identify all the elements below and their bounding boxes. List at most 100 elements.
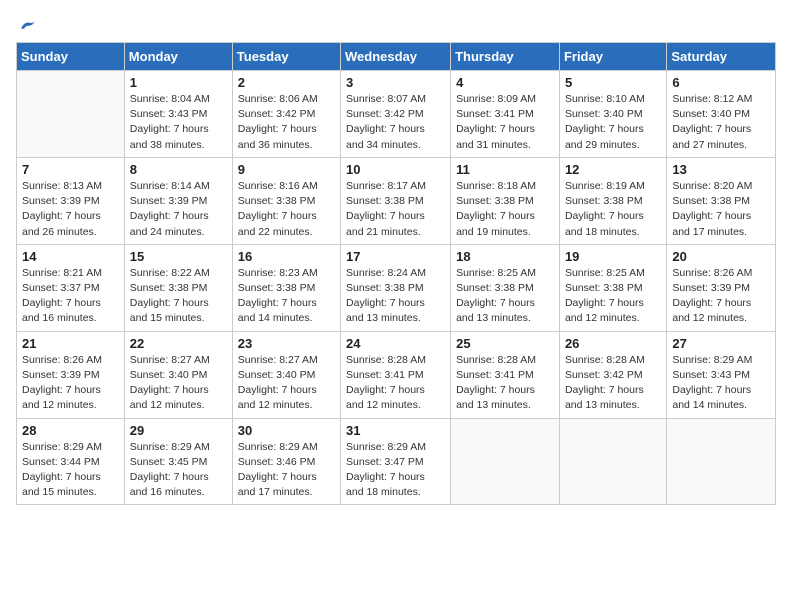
day-info: Sunrise: 8:28 AM Sunset: 3:42 PM Dayligh…	[565, 353, 661, 414]
day-info: Sunrise: 8:26 AM Sunset: 3:39 PM Dayligh…	[22, 353, 119, 414]
day-info: Sunrise: 8:26 AM Sunset: 3:39 PM Dayligh…	[672, 266, 770, 327]
day-info: Sunrise: 8:29 AM Sunset: 3:45 PM Dayligh…	[130, 440, 227, 501]
calendar-header-friday: Friday	[559, 43, 666, 71]
day-info: Sunrise: 8:27 AM Sunset: 3:40 PM Dayligh…	[130, 353, 227, 414]
day-number: 2	[238, 75, 335, 90]
calendar-day-cell: 1 Sunrise: 8:04 AM Sunset: 3:43 PM Daylig…	[124, 71, 232, 158]
day-number: 7	[22, 162, 119, 177]
day-info: Sunrise: 8:25 AM Sunset: 3:38 PM Dayligh…	[456, 266, 554, 327]
day-number: 9	[238, 162, 335, 177]
day-number: 17	[346, 249, 445, 264]
day-info: Sunrise: 8:06 AM Sunset: 3:42 PM Dayligh…	[238, 92, 335, 153]
calendar-day-cell: 31 Sunrise: 8:29 AM Sunset: 3:47 PM Dayli…	[341, 418, 451, 505]
calendar-day-cell: 16Sunrise: 8:23 AM Sunset: 3:38 PM Dayli…	[232, 244, 340, 331]
logo	[16, 16, 36, 34]
calendar-day-cell: 4 Sunrise: 8:09 AM Sunset: 3:41 PM Daylig…	[451, 71, 560, 158]
calendar-week-row: 21 Sunrise: 8:26 AM Sunset: 3:39 PM Dayli…	[17, 331, 776, 418]
day-number: 12	[565, 162, 661, 177]
day-number: 23	[238, 336, 335, 351]
calendar-day-cell: 5 Sunrise: 8:10 AM Sunset: 3:40 PM Daylig…	[559, 71, 666, 158]
day-number: 4	[456, 75, 554, 90]
calendar-day-cell: 14Sunrise: 8:21 AM Sunset: 3:37 PM Dayli…	[17, 244, 125, 331]
day-number: 21	[22, 336, 119, 351]
day-number: 28	[22, 423, 119, 438]
calendar-header-monday: Monday	[124, 43, 232, 71]
day-info: Sunrise: 8:29 AM Sunset: 3:47 PM Dayligh…	[346, 440, 445, 501]
calendar-day-cell: 25Sunrise: 8:28 AM Sunset: 3:41 PM Dayli…	[451, 331, 560, 418]
day-number: 26	[565, 336, 661, 351]
calendar-day-cell: 17 Sunrise: 8:24 AM Sunset: 3:38 PM Dayli…	[341, 244, 451, 331]
day-info: Sunrise: 8:14 AM Sunset: 3:39 PM Dayligh…	[130, 179, 227, 240]
calendar-header-saturday: Saturday	[667, 43, 776, 71]
calendar-day-cell	[667, 418, 776, 505]
calendar-header-thursday: Thursday	[451, 43, 560, 71]
calendar-week-row: 28 Sunrise: 8:29 AM Sunset: 3:44 PM Dayli…	[17, 418, 776, 505]
day-info: Sunrise: 8:25 AM Sunset: 3:38 PM Dayligh…	[565, 266, 661, 327]
day-info: Sunrise: 8:19 AM Sunset: 3:38 PM Dayligh…	[565, 179, 661, 240]
calendar-day-cell: 13 Sunrise: 8:20 AM Sunset: 3:38 PM Dayli…	[667, 157, 776, 244]
calendar-day-cell: 2 Sunrise: 8:06 AM Sunset: 3:42 PM Daylig…	[232, 71, 340, 158]
calendar-day-cell: 20 Sunrise: 8:26 AM Sunset: 3:39 PM Dayli…	[667, 244, 776, 331]
calendar-day-cell	[17, 71, 125, 158]
calendar-day-cell: 27Sunrise: 8:29 AM Sunset: 3:43 PM Dayli…	[667, 331, 776, 418]
day-number: 22	[130, 336, 227, 351]
calendar-day-cell: 9 Sunrise: 8:16 AM Sunset: 3:38 PM Daylig…	[232, 157, 340, 244]
calendar-week-row: 1 Sunrise: 8:04 AM Sunset: 3:43 PM Daylig…	[17, 71, 776, 158]
calendar-header-sunday: Sunday	[17, 43, 125, 71]
day-number: 15	[130, 249, 227, 264]
day-info: Sunrise: 8:24 AM Sunset: 3:38 PM Dayligh…	[346, 266, 445, 327]
calendar-header-tuesday: Tuesday	[232, 43, 340, 71]
day-info: Sunrise: 8:20 AM Sunset: 3:38 PM Dayligh…	[672, 179, 770, 240]
calendar-day-cell: 6 Sunrise: 8:12 AM Sunset: 3:40 PM Daylig…	[667, 71, 776, 158]
calendar-week-row: 7 Sunrise: 8:13 AM Sunset: 3:39 PM Daylig…	[17, 157, 776, 244]
day-number: 24	[346, 336, 445, 351]
day-number: 20	[672, 249, 770, 264]
day-number: 13	[672, 162, 770, 177]
day-info: Sunrise: 8:28 AM Sunset: 3:41 PM Dayligh…	[346, 353, 445, 414]
day-info: Sunrise: 8:18 AM Sunset: 3:38 PM Dayligh…	[456, 179, 554, 240]
day-info: Sunrise: 8:21 AM Sunset: 3:37 PM Dayligh…	[22, 266, 119, 327]
day-info: Sunrise: 8:12 AM Sunset: 3:40 PM Dayligh…	[672, 92, 770, 153]
day-number: 10	[346, 162, 445, 177]
calendar-table: SundayMondayTuesdayWednesdayThursdayFrid…	[16, 42, 776, 505]
day-info: Sunrise: 8:29 AM Sunset: 3:44 PM Dayligh…	[22, 440, 119, 501]
calendar-day-cell: 19 Sunrise: 8:25 AM Sunset: 3:38 PM Dayli…	[559, 244, 666, 331]
calendar-day-cell: 26 Sunrise: 8:28 AM Sunset: 3:42 PM Dayli…	[559, 331, 666, 418]
day-info: Sunrise: 8:29 AM Sunset: 3:43 PM Dayligh…	[672, 353, 770, 414]
calendar-day-cell: 15 Sunrise: 8:22 AM Sunset: 3:38 PM Dayli…	[124, 244, 232, 331]
day-number: 25	[456, 336, 554, 351]
day-number: 18	[456, 249, 554, 264]
calendar-day-cell: 7 Sunrise: 8:13 AM Sunset: 3:39 PM Daylig…	[17, 157, 125, 244]
calendar-week-row: 14Sunrise: 8:21 AM Sunset: 3:37 PM Dayli…	[17, 244, 776, 331]
day-number: 6	[672, 75, 770, 90]
calendar-day-cell: 3Sunrise: 8:07 AM Sunset: 3:42 PM Daylig…	[341, 71, 451, 158]
calendar-day-cell: 21 Sunrise: 8:26 AM Sunset: 3:39 PM Dayli…	[17, 331, 125, 418]
calendar-day-cell: 18 Sunrise: 8:25 AM Sunset: 3:38 PM Dayli…	[451, 244, 560, 331]
calendar-day-cell	[559, 418, 666, 505]
day-info: Sunrise: 8:16 AM Sunset: 3:38 PM Dayligh…	[238, 179, 335, 240]
day-info: Sunrise: 8:27 AM Sunset: 3:40 PM Dayligh…	[238, 353, 335, 414]
day-number: 19	[565, 249, 661, 264]
calendar-day-cell: 10Sunrise: 8:17 AM Sunset: 3:38 PM Dayli…	[341, 157, 451, 244]
day-number: 5	[565, 75, 661, 90]
calendar-day-cell: 30Sunrise: 8:29 AM Sunset: 3:46 PM Dayli…	[232, 418, 340, 505]
day-number: 3	[346, 75, 445, 90]
calendar-day-cell: 23 Sunrise: 8:27 AM Sunset: 3:40 PM Dayli…	[232, 331, 340, 418]
page-header	[16, 16, 776, 34]
calendar-day-cell: 24 Sunrise: 8:28 AM Sunset: 3:41 PM Dayli…	[341, 331, 451, 418]
logo-bird-icon	[18, 16, 36, 34]
day-number: 31	[346, 423, 445, 438]
day-info: Sunrise: 8:22 AM Sunset: 3:38 PM Dayligh…	[130, 266, 227, 327]
calendar-day-cell: 28 Sunrise: 8:29 AM Sunset: 3:44 PM Dayli…	[17, 418, 125, 505]
calendar-day-cell	[451, 418, 560, 505]
day-info: Sunrise: 8:10 AM Sunset: 3:40 PM Dayligh…	[565, 92, 661, 153]
day-info: Sunrise: 8:29 AM Sunset: 3:46 PM Dayligh…	[238, 440, 335, 501]
day-info: Sunrise: 8:13 AM Sunset: 3:39 PM Dayligh…	[22, 179, 119, 240]
calendar-day-cell: 8Sunrise: 8:14 AM Sunset: 3:39 PM Daylig…	[124, 157, 232, 244]
day-info: Sunrise: 8:09 AM Sunset: 3:41 PM Dayligh…	[456, 92, 554, 153]
day-number: 1	[130, 75, 227, 90]
day-info: Sunrise: 8:04 AM Sunset: 3:43 PM Dayligh…	[130, 92, 227, 153]
calendar-header-wednesday: Wednesday	[341, 43, 451, 71]
day-number: 16	[238, 249, 335, 264]
calendar-day-cell: 11Sunrise: 8:18 AM Sunset: 3:38 PM Dayli…	[451, 157, 560, 244]
